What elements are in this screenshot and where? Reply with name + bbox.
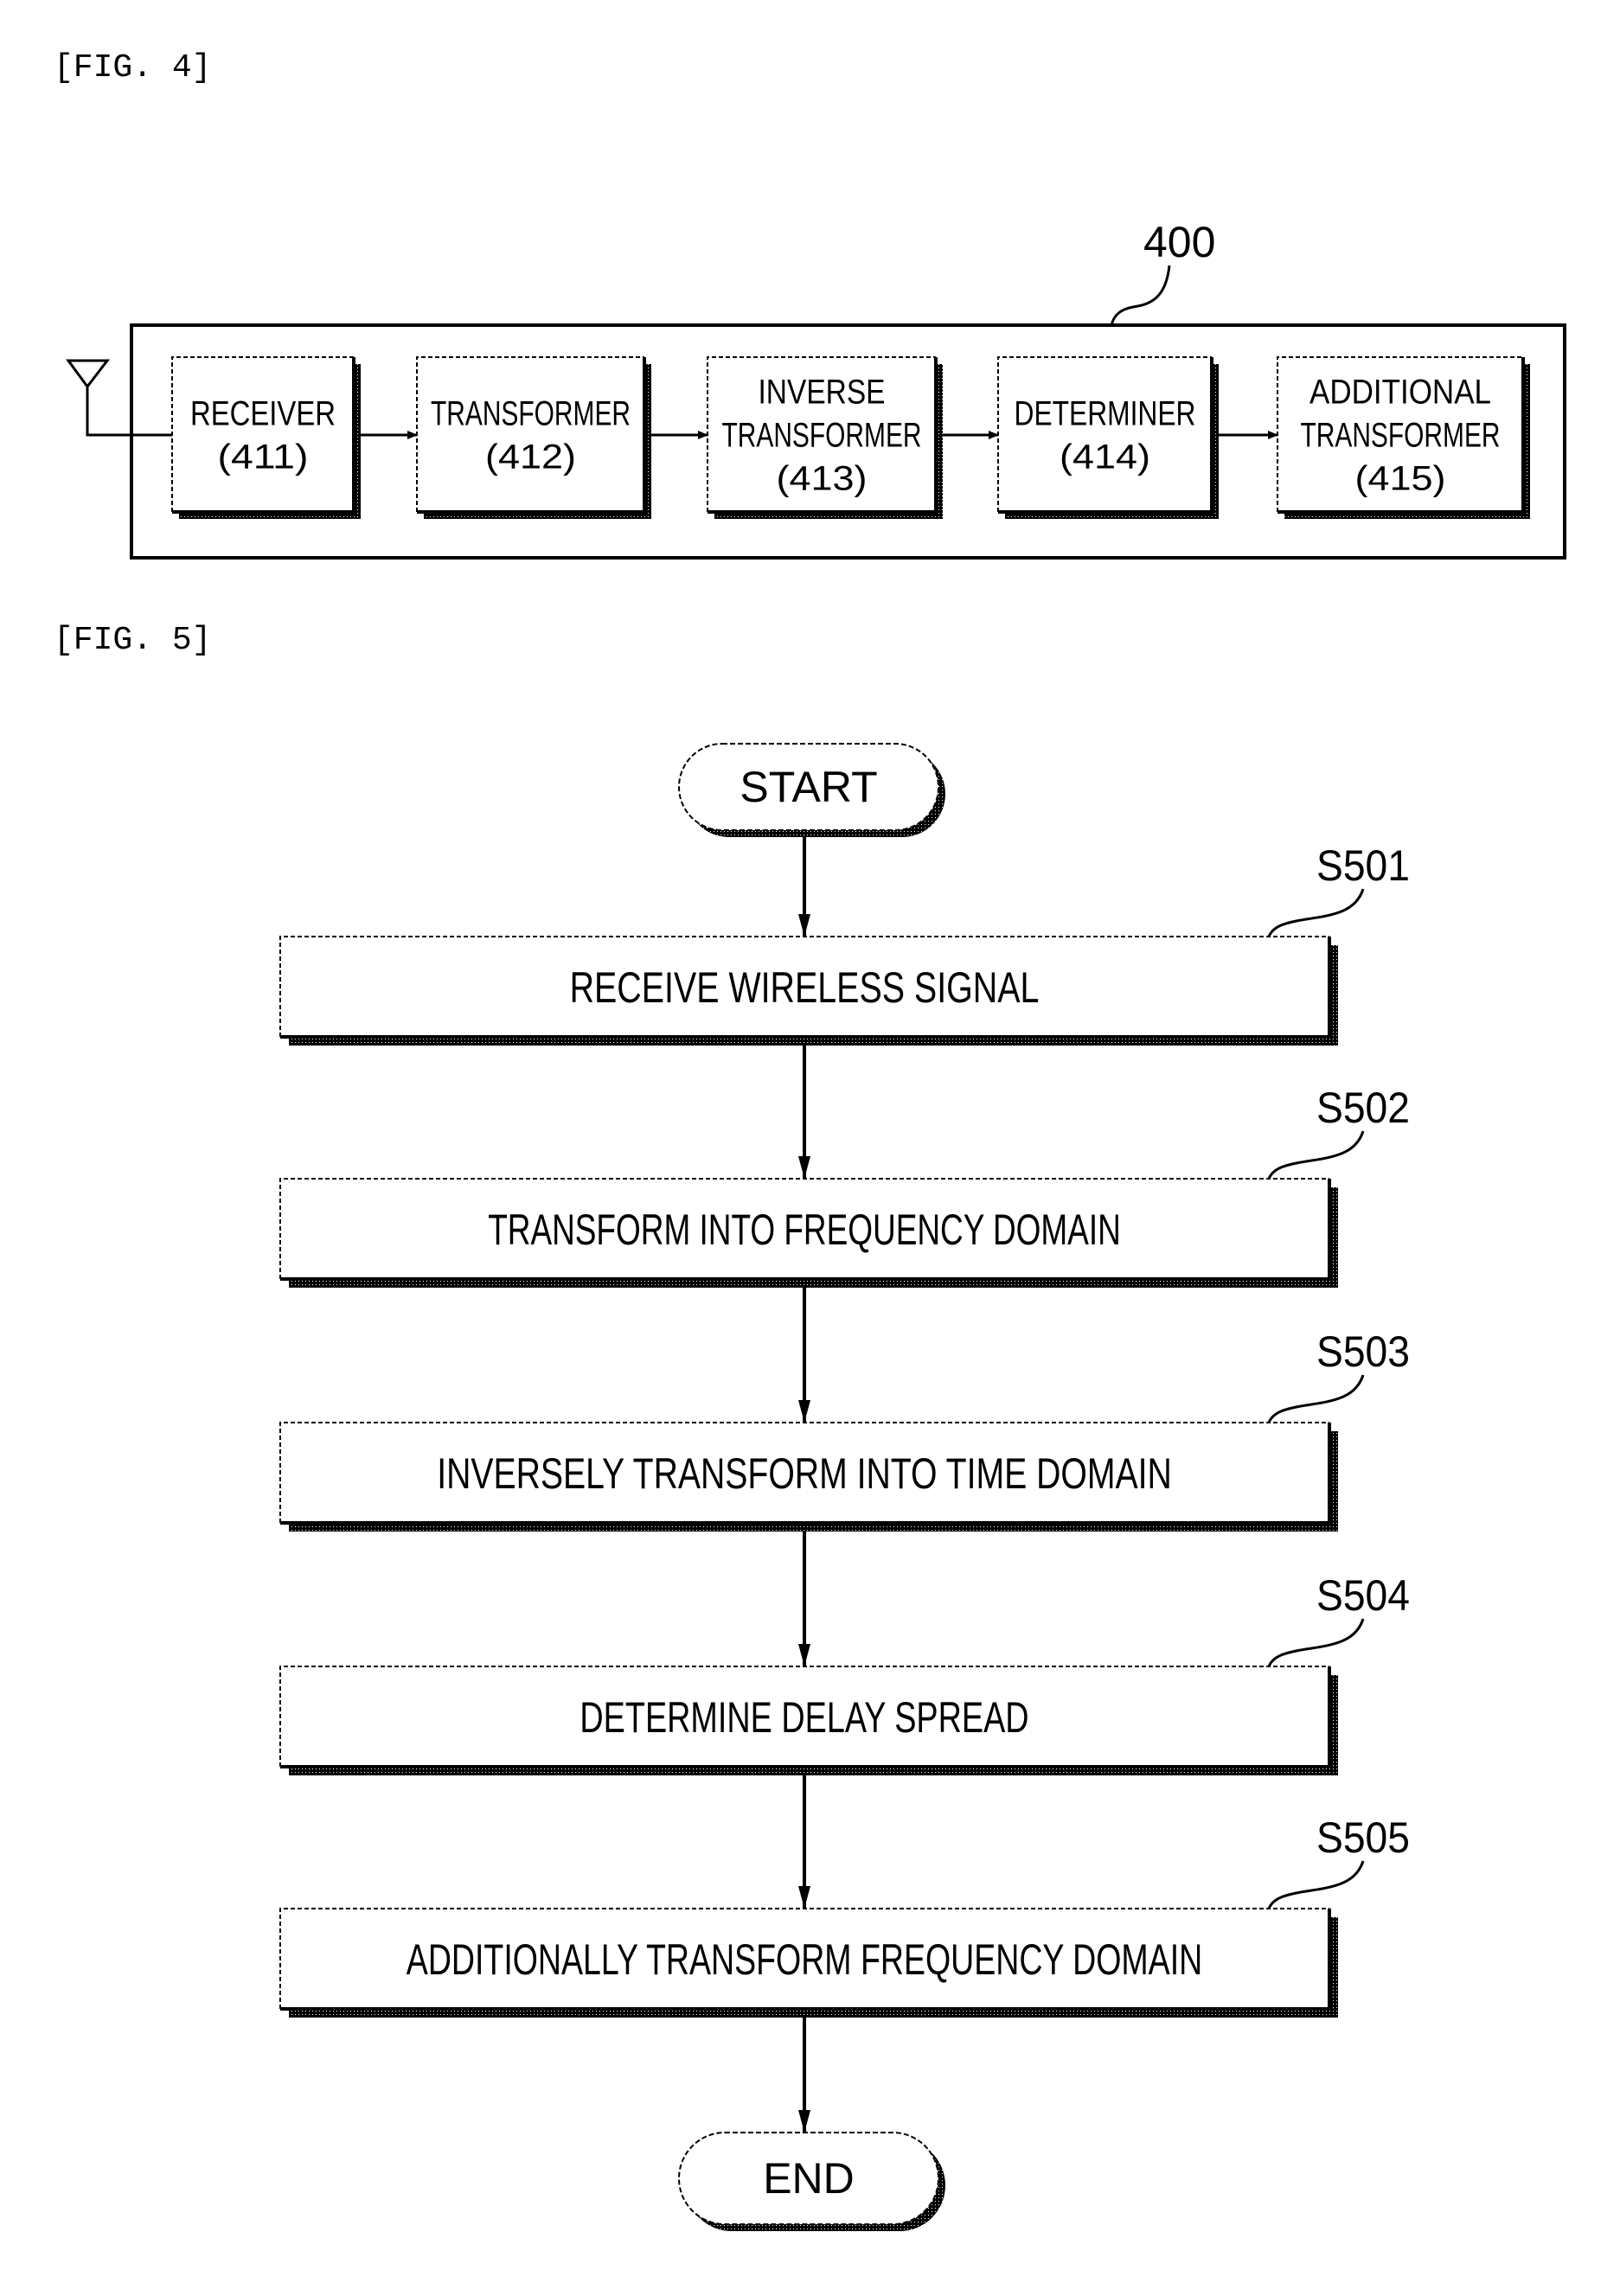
block-label-line: TRANSFORMER	[1301, 417, 1501, 455]
step-s505: ADDITIONALLY TRANSFORM FREQUENCY DOMAIN	[279, 1908, 1338, 2018]
reference-numeral-400: 400	[1143, 218, 1215, 266]
block-label-line: INVERSE	[759, 374, 886, 412]
step-text: DETERMINE DELAY SPREAD	[579, 1693, 1028, 1742]
step-s504: DETERMINE DELAY SPREAD	[279, 1666, 1338, 1775]
step-text: TRANSFORM INTO FREQUENCY DOMAIN	[488, 1206, 1121, 1254]
terminal-label: START	[740, 763, 877, 811]
block-414: DETERMINER (414)	[997, 356, 1219, 519]
step-leader-line	[1267, 1618, 1365, 1667]
step-reference-label: S504	[1316, 1571, 1410, 1620]
step-text: ADDITIONALLY TRANSFORM FREQUENCY DOMAIN	[407, 1935, 1202, 1984]
step-leader-line	[1267, 1860, 1365, 1909]
block-label-line: (415)	[1355, 460, 1446, 498]
fig5-flowchart: START RECEIVE WIRELESS SIGNAL S501 TRANSFOR…	[279, 743, 1410, 2231]
step-leader-line	[1267, 1130, 1365, 1180]
terminal-label: END	[763, 2154, 855, 2203]
leader-line-400	[1110, 265, 1171, 326]
step-leader-line	[1267, 888, 1365, 937]
block-label-line: (411)	[218, 438, 309, 476]
step-text: RECEIVE WIRELESS SIGNAL	[570, 963, 1040, 1012]
block-label-line: ADDITIONAL	[1309, 374, 1491, 412]
end-terminal: END	[678, 2132, 945, 2231]
block-label-line: TRANSFORMER	[431, 395, 631, 433]
fig5-label: [FIG. 5]	[54, 622, 211, 659]
step-reference-label: S501	[1316, 841, 1410, 890]
block-label-line: DETERMINER	[1015, 395, 1196, 433]
block-413: INVERSE TRANSFORMER (413)	[707, 356, 943, 519]
start-terminal: START	[678, 743, 945, 837]
patent-figure-sheet: [FIG. 4] 400 RECEIVER (411) TRANSFORMER (412…	[54, 49, 1566, 2231]
step-text: INVERSELY TRANSFORM INTO TIME DOMAIN	[437, 1449, 1172, 1498]
block-412: TRANSFORMER (412)	[416, 356, 651, 519]
step-reference-label: S503	[1316, 1327, 1410, 1376]
box-face	[172, 357, 354, 512]
block-label-line: (412)	[485, 438, 576, 476]
step-leader-line	[1267, 1374, 1365, 1423]
step-s503: INVERSELY TRANSFORM INTO TIME DOMAIN	[279, 1422, 1338, 1532]
fig4-label: [FIG. 4]	[54, 49, 211, 86]
block-415: ADDITIONAL TRANSFORMER (415)	[1277, 356, 1530, 519]
box-face	[417, 357, 644, 512]
antenna-triangle	[66, 359, 111, 389]
block-label-line: (414)	[1060, 438, 1150, 476]
step-s502: TRANSFORM INTO FREQUENCY DOMAIN	[279, 1178, 1338, 1288]
antenna-icon	[66, 359, 172, 437]
box-face	[998, 357, 1212, 512]
block-411: RECEIVER (411)	[171, 356, 361, 519]
block-label-line: TRANSFORMER	[722, 417, 922, 455]
step-reference-label: S502	[1316, 1084, 1410, 1132]
step-s501: RECEIVE WIRELESS SIGNAL	[279, 936, 1338, 1046]
fig4-block-diagram: 400 RECEIVER (411) TRANSFORMER (412) INVERSE T…	[66, 218, 1566, 560]
block-label-line: RECEIVER	[190, 395, 336, 433]
step-reference-label: S505	[1316, 1813, 1410, 1862]
block-label-line: (413)	[777, 460, 868, 498]
